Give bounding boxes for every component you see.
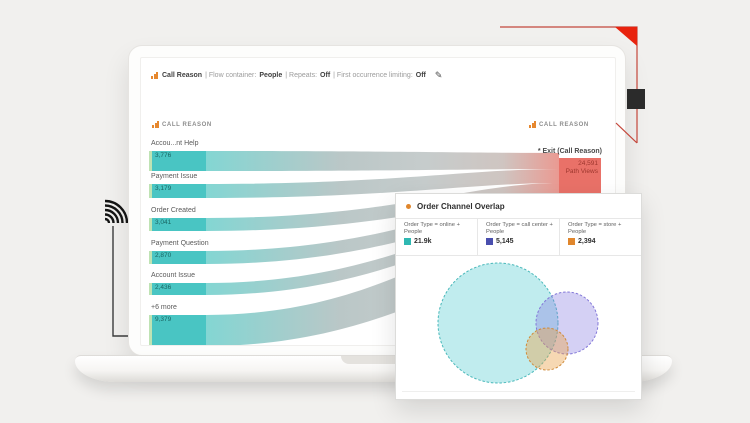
- venn-diagram[interactable]: [396, 194, 641, 399]
- exit-value: 24,591: [562, 160, 598, 168]
- node-label[interactable]: Account Issue: [151, 272, 195, 279]
- venn-circle-store: [526, 328, 568, 370]
- node-label[interactable]: +6 more: [151, 304, 177, 311]
- node-bar[interactable]: 9,379: [149, 315, 206, 346]
- node-label[interactable]: Order Created: [151, 207, 196, 214]
- node-bar[interactable]: 3,041: [149, 218, 206, 231]
- black-square-decoration: [627, 89, 645, 109]
- node-bar[interactable]: 2,870: [149, 251, 206, 264]
- node-bar[interactable]: 3,179: [149, 184, 206, 198]
- card-footer-divider: [402, 391, 635, 392]
- exit-sub-label: Path Views: [562, 168, 598, 176]
- ripple-icon: [105, 201, 127, 223]
- exit-node-label: * Exit (Call Reason): [538, 148, 602, 155]
- red-triangle: [615, 27, 637, 46]
- order-overlap-card: Order Channel Overlap Order Type = onlin…: [395, 193, 642, 400]
- node-label[interactable]: Accou...nt Help: [151, 140, 198, 147]
- node-bar[interactable]: 2,436: [149, 283, 206, 295]
- node-label[interactable]: Payment Question: [151, 240, 209, 247]
- node-label[interactable]: Payment Issue: [151, 173, 197, 180]
- node-bar[interactable]: 3,776: [149, 151, 206, 171]
